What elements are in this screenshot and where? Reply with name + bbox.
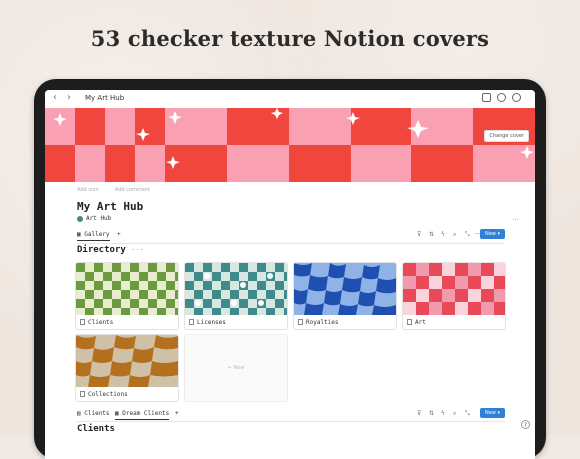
top-bar: ‹ › My Art Hub <box>45 90 535 108</box>
card-collections[interactable]: Collections <box>75 334 179 402</box>
page-icon <box>80 319 85 325</box>
new-card-button[interactable]: + New <box>184 334 288 402</box>
tab-dream-clients-label: Dream Clients <box>122 410 170 417</box>
directory-more-icon[interactable]: ··· <box>131 246 144 254</box>
directory-heading[interactable]: Directory ··· <box>77 245 144 255</box>
card-collections-caption: Collections <box>80 391 128 398</box>
tab-dream-clients[interactable]: ▦ Dream Clients <box>115 410 170 420</box>
card-art-cover <box>403 263 505 315</box>
table-icon: ▤ <box>77 410 81 417</box>
expand-icon[interactable]: ⤡ <box>465 410 470 418</box>
tab-gallery-label: Gallery <box>84 231 110 238</box>
add-comment-button[interactable]: Add comment <box>115 187 150 193</box>
card-art-label: Art <box>415 319 426 326</box>
card-licenses-caption: Licenses <box>189 319 226 326</box>
table-icon: ▦ <box>115 410 119 417</box>
page-icon <box>298 319 303 325</box>
page-subtitle-text: Art Hub <box>86 215 112 222</box>
automation-icon[interactable]: ϟ <box>441 231 445 238</box>
notion-screen: ‹ › My Art Hub Change cover Add icon Add… <box>45 90 535 459</box>
help-icon[interactable]: ? <box>521 420 530 429</box>
page-icon <box>407 319 412 325</box>
clients-heading[interactable]: Clients <box>77 424 115 434</box>
add-view-button[interactable]: + <box>175 410 179 417</box>
page-icon <box>80 391 85 397</box>
card-clients-cover <box>76 263 178 315</box>
page-subtitle: Art Hub <box>77 215 111 222</box>
automation-icon[interactable]: ϟ <box>441 410 445 417</box>
back-arrow-icon[interactable]: ‹ <box>53 92 57 103</box>
calendar-icon[interactable] <box>482 93 491 102</box>
tab-gallery[interactable]: ▦ Gallery <box>77 231 110 241</box>
comment-icon[interactable] <box>512 93 521 102</box>
clock-icon[interactable] <box>497 93 506 102</box>
page-body: Add icon Add comment My Art Hub Art Hub … <box>45 182 535 459</box>
filter-icon[interactable]: ⊽ <box>417 231 421 238</box>
card-royalties-caption: Royalties <box>298 319 339 326</box>
card-licenses[interactable]: Licenses <box>184 262 288 330</box>
page-cover: Change cover <box>45 108 535 182</box>
breadcrumb[interactable]: My Art Hub <box>85 94 124 102</box>
tablet-frame: ‹ › My Art Hub Change cover Add icon Add… <box>34 79 546 459</box>
page-more-icon[interactable]: ··· <box>512 216 519 224</box>
page-icon <box>189 319 194 325</box>
card-art[interactable]: Art <box>402 262 506 330</box>
card-collections-label: Collections <box>88 391 128 398</box>
expand-icon[interactable]: ⤡ <box>465 231 470 239</box>
card-clients-caption: Clients <box>80 319 113 326</box>
search-icon[interactable]: ⌕ <box>453 231 456 239</box>
tab-clients[interactable]: ▤ Clients <box>77 410 110 417</box>
card-royalties-label: Royalties <box>306 319 339 326</box>
promo-headline: 53 checker texture Notion covers <box>90 26 490 51</box>
add-view-button[interactable]: + <box>117 231 121 238</box>
card-art-caption: Art <box>407 319 426 326</box>
directory-heading-text: Directory <box>77 245 126 255</box>
sort-icon[interactable]: ⇅ <box>429 231 434 238</box>
page-emoji-icon <box>77 215 83 222</box>
divider <box>77 421 505 422</box>
forward-arrow-icon[interactable]: › <box>67 92 71 103</box>
change-cover-button[interactable]: Change cover <box>484 130 529 142</box>
card-collections-cover <box>76 335 178 387</box>
grid-icon: ▦ <box>77 231 81 238</box>
card-clients-label: Clients <box>88 319 114 326</box>
tab-clients-label: Clients <box>84 410 110 417</box>
card-royalties[interactable]: Royalties <box>293 262 397 330</box>
clients-new-button[interactable]: New ▾ <box>480 408 505 418</box>
search-icon[interactable]: ⌕ <box>453 410 456 418</box>
card-licenses-label: Licenses <box>197 319 226 326</box>
gallery-new-label: New <box>484 231 496 237</box>
sort-icon[interactable]: ⇅ <box>429 410 434 417</box>
add-icon-button[interactable]: Add icon <box>77 187 99 193</box>
page-title[interactable]: My Art Hub <box>77 200 143 213</box>
gallery-view-bar: ▦ Gallery + ⊽ ⇅ ϟ ⌕ ⤡ ··· New ▾ <box>77 229 505 241</box>
clients-new-label: New <box>484 410 496 416</box>
card-licenses-cover <box>185 263 287 315</box>
gallery-new-button[interactable]: New ▾ <box>480 229 505 239</box>
divider <box>77 243 505 244</box>
checker-cover-pattern <box>45 108 535 182</box>
filter-icon[interactable]: ⊽ <box>417 410 421 417</box>
card-clients[interactable]: Clients <box>75 262 179 330</box>
new-card-label: + New <box>227 365 245 371</box>
clients-view-bar: ▤ Clients ▦ Dream Clients + ⊽ ⇅ ϟ ⌕ ⤡ Ne… <box>77 408 505 420</box>
card-royalties-cover <box>294 263 396 315</box>
